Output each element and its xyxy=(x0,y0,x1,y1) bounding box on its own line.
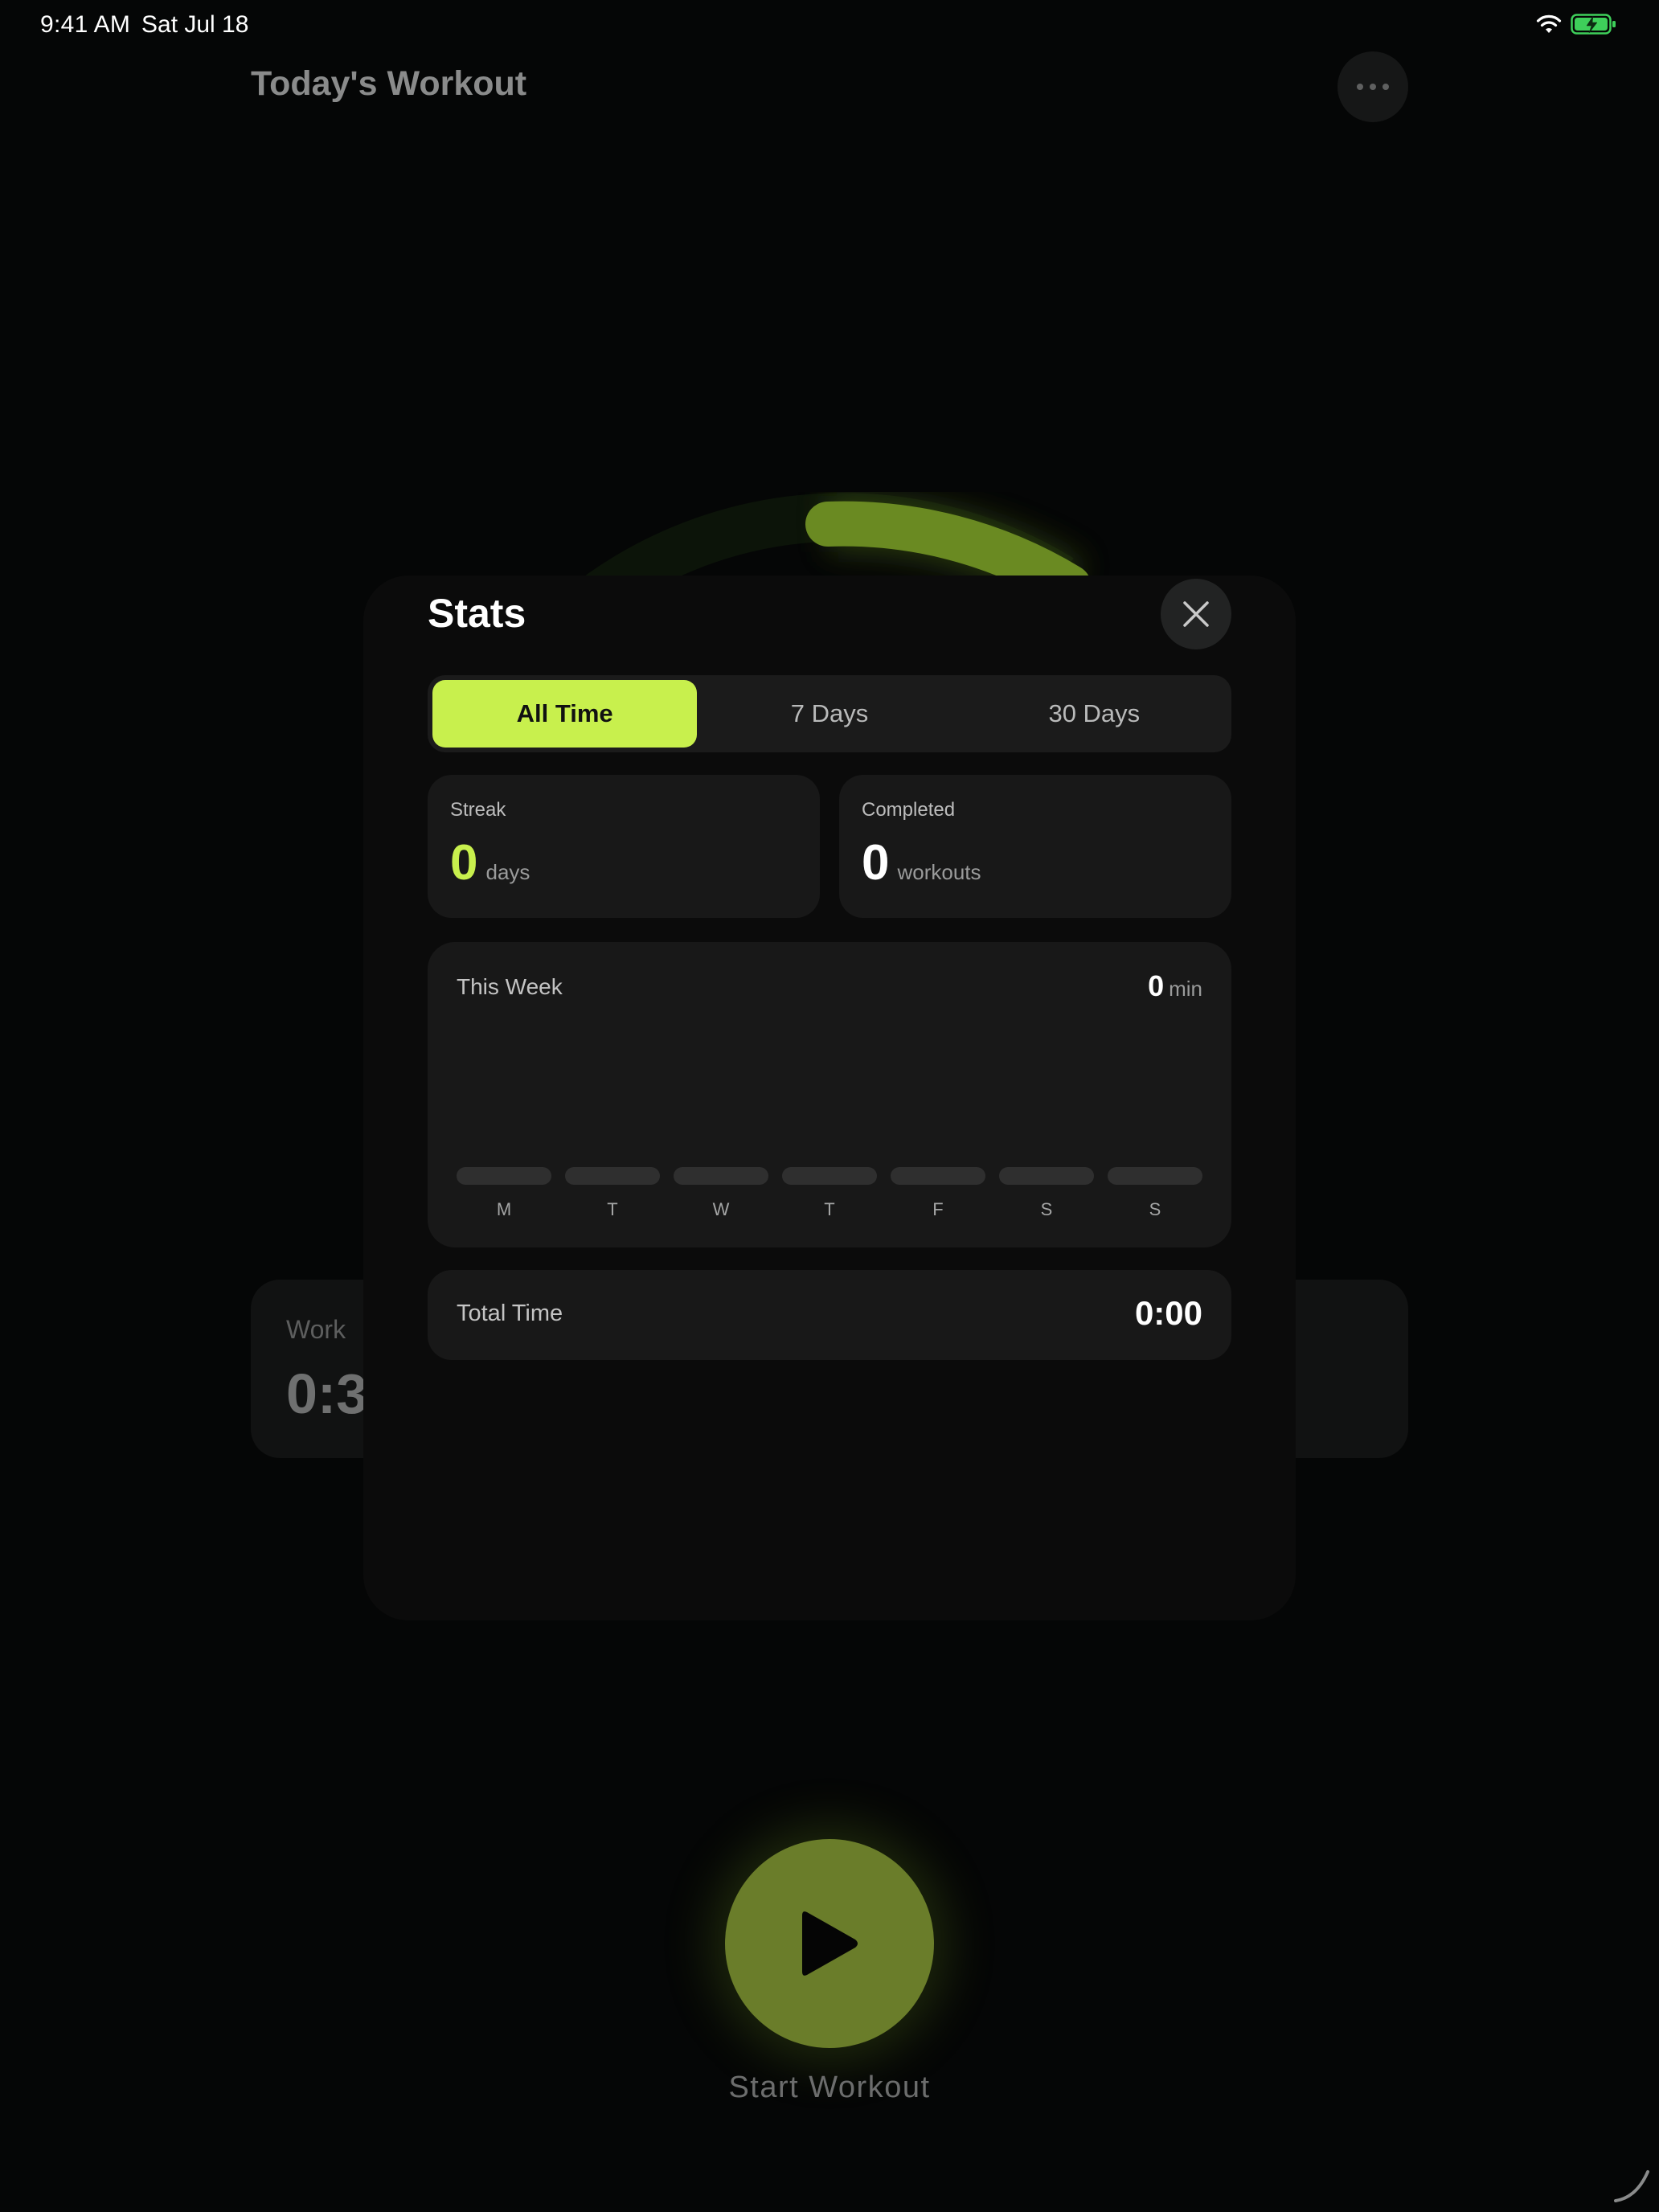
close-button[interactable] xyxy=(1161,579,1231,649)
day-bar xyxy=(999,1167,1094,1185)
day-label: F xyxy=(932,1199,944,1219)
day-column: T xyxy=(782,1167,877,1220)
day-bar xyxy=(891,1167,985,1185)
interval-label: Work xyxy=(286,1315,346,1344)
this-week-total-unit: min xyxy=(1169,977,1202,1001)
streak-value-row: 0 days xyxy=(450,834,530,891)
day-column: F xyxy=(891,1167,985,1220)
completed-card: Completed 0 workouts xyxy=(839,775,1231,918)
this-week-total-value: 0 xyxy=(1148,969,1165,1002)
tab-7-days[interactable]: 7 Days xyxy=(697,680,961,748)
total-time-label: Total Time xyxy=(457,1301,563,1326)
close-icon xyxy=(1183,601,1209,627)
play-button[interactable] xyxy=(725,1839,934,2048)
tab-all-time[interactable]: All Time xyxy=(432,680,698,748)
streak-unit: days xyxy=(485,860,530,884)
resize-handle-icon[interactable] xyxy=(1608,2162,1656,2210)
day-column: S xyxy=(999,1167,1094,1220)
day-label: T xyxy=(824,1199,835,1219)
day-column: M xyxy=(457,1167,551,1220)
sheet-title: Stats xyxy=(428,591,526,636)
day-bar xyxy=(674,1167,768,1185)
day-label: W xyxy=(712,1199,730,1219)
day-label: S xyxy=(1149,1199,1161,1219)
day-column: W xyxy=(674,1167,768,1220)
streak-label: Streak xyxy=(450,799,506,821)
completed-label: Completed xyxy=(862,799,956,821)
day-bar xyxy=(1108,1167,1202,1185)
play-icon xyxy=(802,1911,858,1976)
this-week-title: This Week xyxy=(457,974,563,999)
streak-card: Streak 0 days xyxy=(428,775,820,918)
range-segmented-control: All Time 7 Days 30 Days xyxy=(428,675,1231,752)
streak-value: 0 xyxy=(450,835,478,891)
app-screen: 9:41 AM Sat Jul 18 Today's Workout Work … xyxy=(0,0,1659,2212)
day-bar xyxy=(782,1167,877,1185)
day-bar xyxy=(565,1167,660,1185)
this-week-total: 0 min xyxy=(1148,969,1202,1003)
total-time-value: 0:00 xyxy=(1134,1294,1202,1332)
completed-unit: workouts xyxy=(897,860,981,884)
day-label: M xyxy=(496,1199,512,1219)
day-column: T xyxy=(565,1167,660,1220)
start-workout-label[interactable]: Start Workout xyxy=(0,2071,1659,2105)
day-column: S xyxy=(1108,1167,1202,1220)
week-bar-chart: M T W T F S S xyxy=(457,1167,1202,1220)
interval-value: 0:3 xyxy=(286,1362,368,1425)
total-time-card: Total Time 0:00 xyxy=(428,1270,1231,1360)
tab-30-days[interactable]: 30 Days xyxy=(962,680,1227,748)
day-bar xyxy=(457,1167,551,1185)
completed-value-row: 0 workouts xyxy=(862,834,981,891)
completed-value: 0 xyxy=(862,835,890,891)
day-label: T xyxy=(607,1199,618,1219)
this-week-card: This Week 0 min M T W T F S S xyxy=(428,942,1231,1247)
day-label: S xyxy=(1040,1199,1053,1219)
